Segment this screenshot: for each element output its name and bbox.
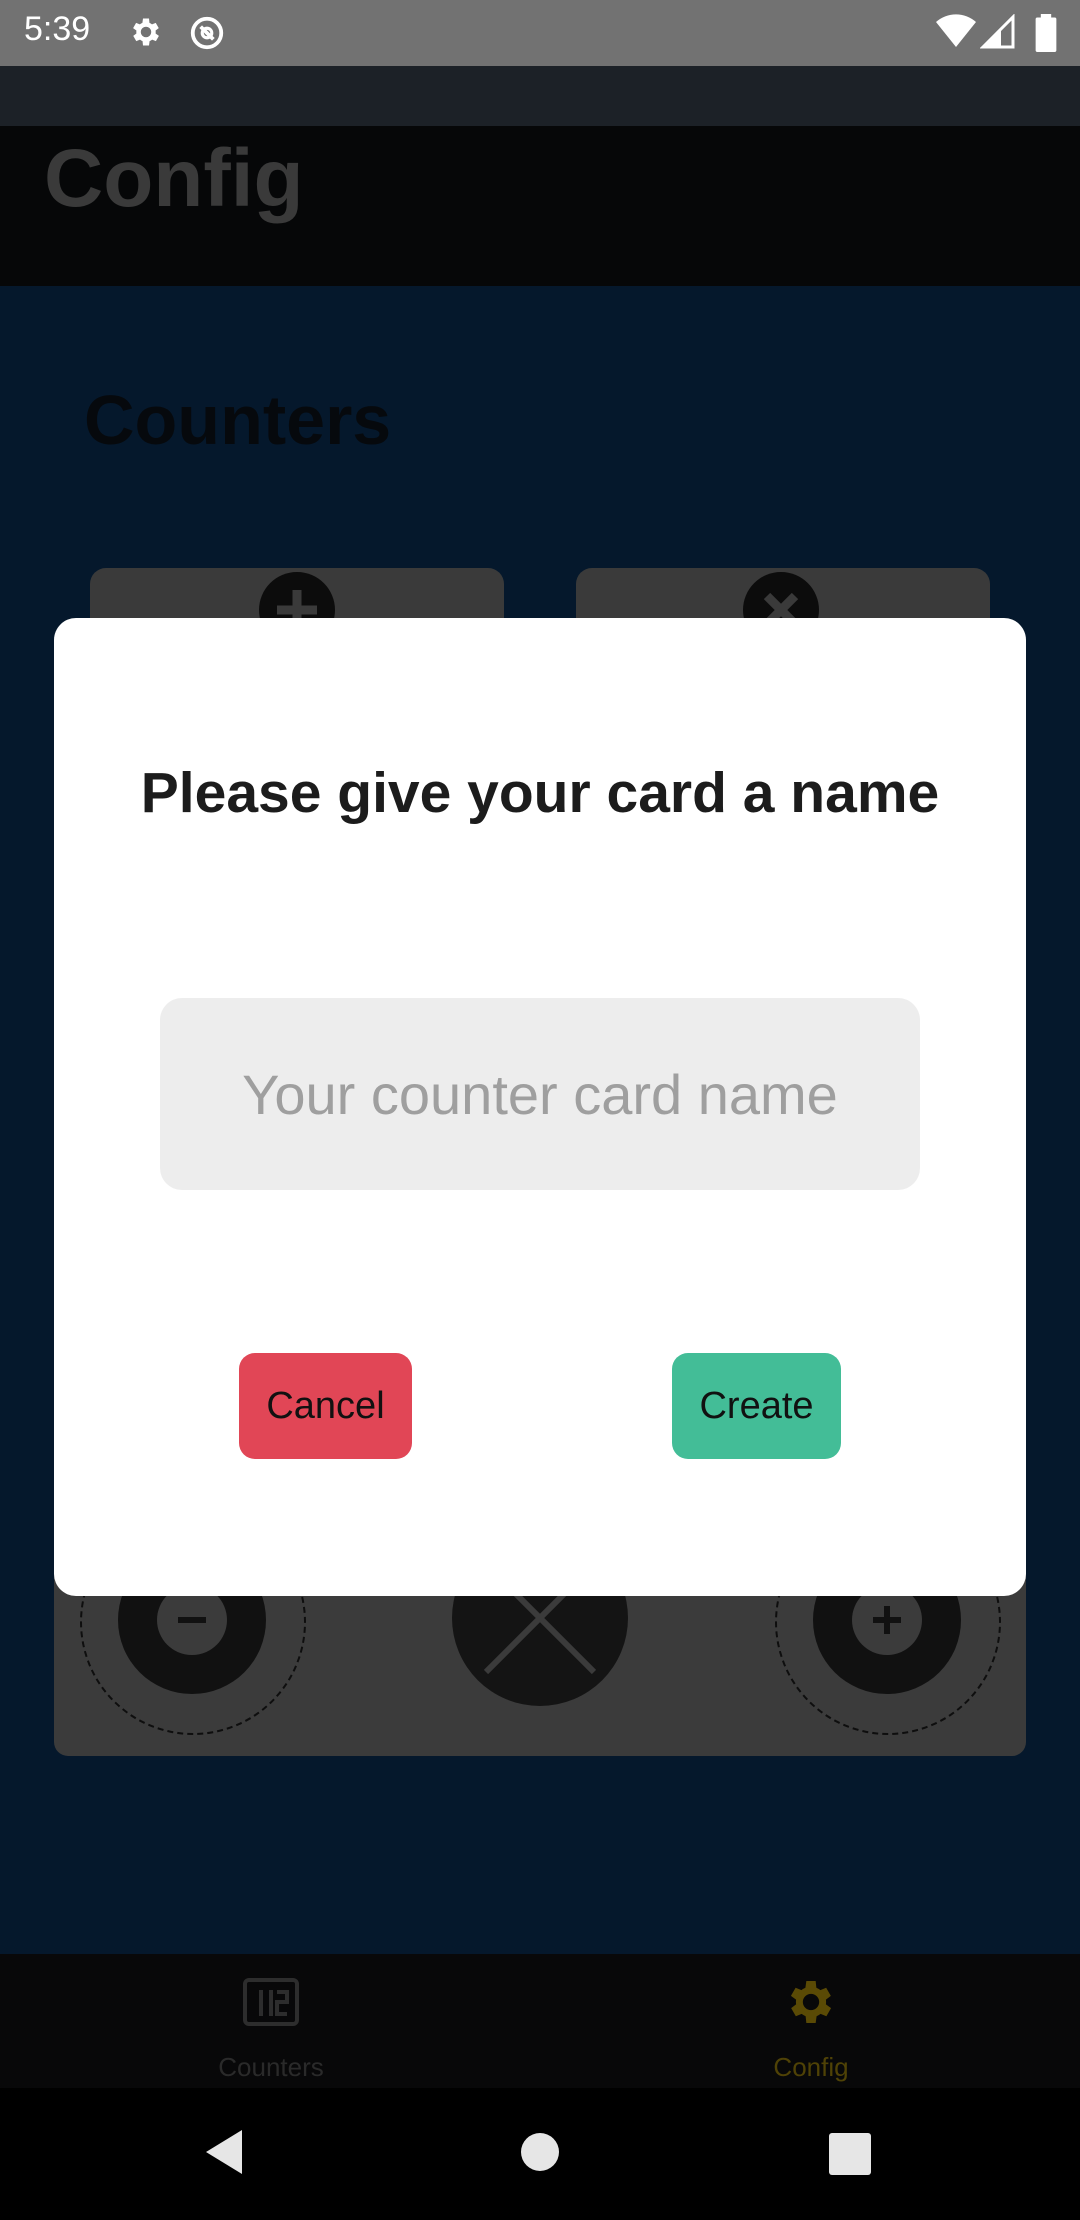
gear-icon (790, 1981, 832, 2023)
nav-label-counters: Counters (218, 2052, 324, 2082)
section-title: Counters (84, 381, 392, 459)
wifi-icon (936, 14, 976, 47)
card-name-input[interactable] (160, 998, 920, 1190)
counters-icon (243, 1978, 299, 2026)
status-time: 5:39 (24, 10, 91, 48)
battery-icon (1035, 14, 1057, 52)
signal-icon (980, 14, 1015, 49)
page-title: Config (44, 133, 304, 224)
create-button[interactable]: Create (672, 1353, 841, 1459)
home-icon[interactable] (520, 2132, 560, 2172)
cancel-button[interactable]: Cancel (239, 1353, 412, 1459)
back-icon[interactable] (204, 2128, 244, 2176)
nav-item-config[interactable]: Config (661, 1960, 961, 2084)
gear-icon (133, 18, 159, 46)
app-bar-top (0, 66, 1080, 126)
recents-icon[interactable] (829, 2133, 871, 2175)
nav-label-config: Config (773, 2052, 849, 2082)
dialog-title: Please give your card a name (140, 761, 940, 825)
nav-item-counters[interactable]: Counters (121, 1960, 421, 2084)
at-sign-icon (190, 16, 224, 50)
